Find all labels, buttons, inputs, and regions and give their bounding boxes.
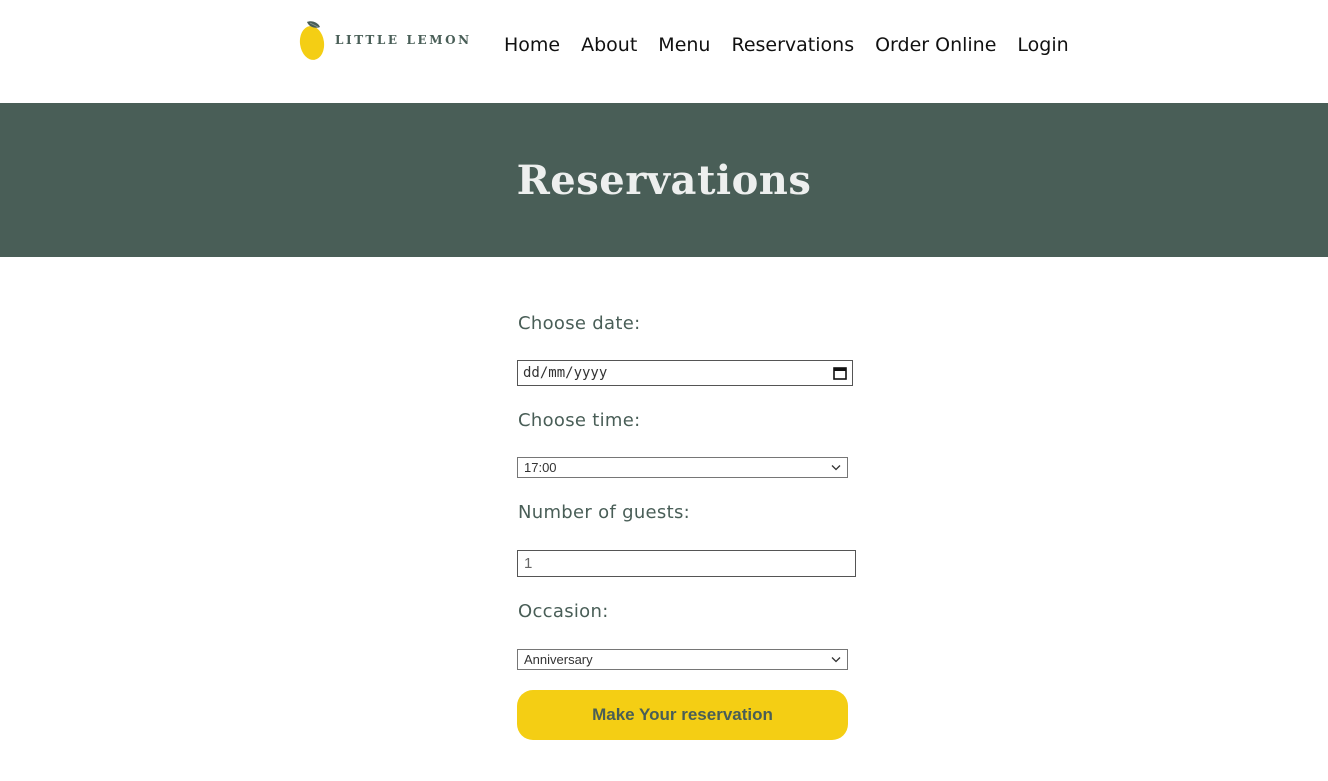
make-reservation-button[interactable]: Make Your reservation [517,690,848,740]
logo-wordmark: LITTLE LEMON [335,33,472,47]
time-selected-value: 17:00 [524,460,557,475]
page-title: Reservations [516,156,812,204]
occasion-label: Occasion: [518,601,609,622]
time-label: Choose time: [518,410,641,431]
chevron-down-icon [831,465,841,471]
guests-value: 1 [524,555,533,572]
calendar-icon[interactable] [833,366,847,380]
date-label: Choose date: [518,313,641,334]
lemon-icon [299,21,325,60]
nav-reservations[interactable]: Reservations [731,30,854,60]
nav-about[interactable]: About [581,30,637,60]
chevron-down-icon [831,657,841,663]
hero-banner: Reservations [0,103,1328,257]
occasion-select[interactable]: Anniversary [517,649,848,670]
site-header: LITTLE LEMON Home About Menu Reservation… [0,0,1328,103]
occasion-selected-value: Anniversary [524,652,593,667]
nav-menu[interactable]: Menu [658,30,710,60]
nav-login[interactable]: Login [1017,30,1068,60]
nav-home[interactable]: Home [504,30,560,60]
guests-input[interactable]: 1 [517,550,856,577]
nav-order-online[interactable]: Order Online [875,30,996,60]
site-logo[interactable]: LITTLE LEMON [299,18,472,62]
main-nav: Home About Menu Reservations Order Onlin… [504,30,1069,60]
date-placeholder: dd/mm/yyyy [523,365,608,381]
time-select[interactable]: 17:00 [517,457,848,478]
guests-label: Number of guests: [518,502,690,523]
date-field[interactable]: dd/mm/yyyy [517,360,853,386]
